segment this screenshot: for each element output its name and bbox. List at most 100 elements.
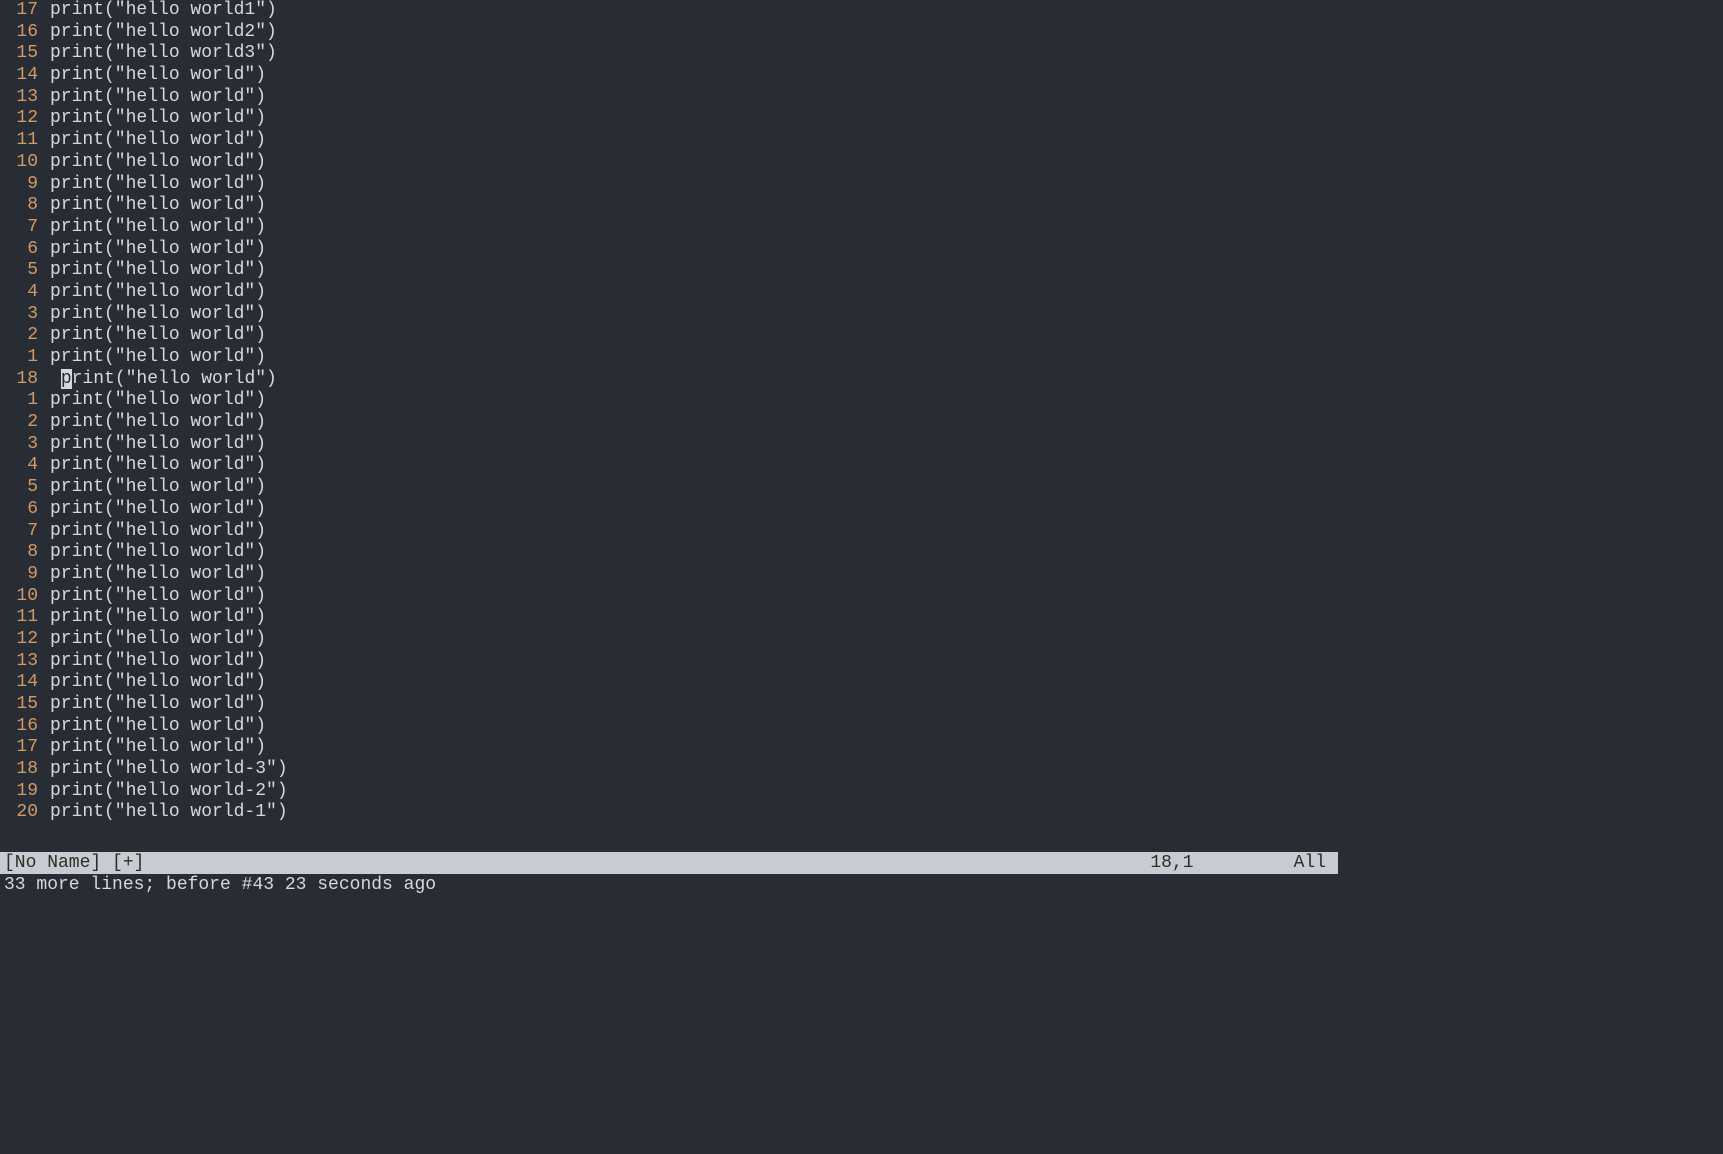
line-number: 2 (0, 412, 40, 434)
line-number: 18 (0, 759, 40, 781)
line-number: 15 (0, 43, 40, 65)
line-number: 1 (0, 390, 40, 412)
code-line[interactable]: 6print("hello world") (0, 239, 1338, 261)
code-text[interactable]: print("hello world") (40, 325, 266, 347)
code-text[interactable]: print("hello world") (40, 499, 266, 521)
editor-area[interactable]: 17print("hello world1")16print("hello wo… (0, 0, 1338, 852)
code-text[interactable]: print("hello world") (40, 694, 266, 716)
code-line[interactable]: 4print("hello world") (0, 455, 1338, 477)
code-line[interactable]: 11print("hello world") (0, 607, 1338, 629)
code-line[interactable]: 7print("hello world") (0, 521, 1338, 543)
code-line[interactable]: 13print("hello world") (0, 87, 1338, 109)
line-number: 10 (0, 586, 40, 608)
line-number: 16 (0, 716, 40, 738)
code-text[interactable]: print("hello world1") (40, 0, 277, 22)
code-line[interactable]: 19print("hello world-2") (0, 781, 1338, 803)
code-text[interactable]: print("hello world-3") (40, 759, 288, 781)
code-text[interactable]: print("hello world-1") (40, 802, 288, 824)
code-line[interactable]: 9print("hello world") (0, 564, 1338, 586)
code-text[interactable]: print("hello world") (40, 607, 266, 629)
line-number: 17 (0, 0, 40, 22)
line-number: 5 (0, 260, 40, 282)
code-line[interactable]: 14print("hello world") (0, 65, 1338, 87)
code-text[interactable]: print("hello world") (40, 87, 266, 109)
code-line[interactable]: 1print("hello world") (0, 347, 1338, 369)
code-text[interactable]: print("hello world") (40, 108, 266, 130)
code-text[interactable]: print("hello world") (40, 130, 266, 152)
code-line[interactable]: 2print("hello world") (0, 412, 1338, 434)
code-line[interactable]: 5print("hello world") (0, 260, 1338, 282)
code-text[interactable]: print("hello world") (40, 586, 266, 608)
code-line[interactable]: 8print("hello world") (0, 195, 1338, 217)
code-text[interactable]: print("hello world") (40, 434, 266, 456)
line-number: 6 (0, 499, 40, 521)
code-line[interactable]: 9print("hello world") (0, 174, 1338, 196)
line-number: 16 (0, 22, 40, 44)
line-number: 3 (0, 434, 40, 456)
line-number: 2 (0, 325, 40, 347)
status-position: 18,1 (1150, 852, 1193, 874)
code-line[interactable]: 18 print("hello world") (0, 369, 1338, 391)
code-text[interactable]: print("hello world") (40, 672, 266, 694)
code-text[interactable]: print("hello world") (40, 737, 266, 759)
code-line[interactable]: 1print("hello world") (0, 390, 1338, 412)
code-line[interactable]: 10print("hello world") (0, 152, 1338, 174)
code-text[interactable]: print("hello world") (40, 455, 266, 477)
code-line[interactable]: 4print("hello world") (0, 282, 1338, 304)
line-number: 5 (0, 477, 40, 499)
code-text[interactable]: print("hello world") (40, 651, 266, 673)
code-line[interactable]: 16print("hello world2") (0, 22, 1338, 44)
code-line[interactable]: 11print("hello world") (0, 130, 1338, 152)
code-line[interactable]: 3print("hello world") (0, 434, 1338, 456)
code-line[interactable]: 2print("hello world") (0, 325, 1338, 347)
code-line[interactable]: 5print("hello world") (0, 477, 1338, 499)
code-text[interactable]: print("hello world") (40, 304, 266, 326)
code-text[interactable]: print("hello world") (40, 412, 266, 434)
code-line[interactable]: 20print("hello world-1") (0, 802, 1338, 824)
code-line[interactable]: 10print("hello world") (0, 586, 1338, 608)
code-text[interactable]: print("hello world") (40, 65, 266, 87)
code-text[interactable]: print("hello world") (40, 564, 266, 586)
code-line[interactable]: 6print("hello world") (0, 499, 1338, 521)
code-text[interactable]: print("hello world") (40, 260, 266, 282)
code-text[interactable]: print("hello world") (40, 390, 266, 412)
line-number: 13 (0, 651, 40, 673)
code-text[interactable]: print("hello world") (40, 174, 266, 196)
code-text[interactable]: print("hello world") (40, 347, 266, 369)
code-text[interactable]: print("hello world3") (40, 43, 277, 65)
code-text[interactable]: print("hello world2") (40, 22, 277, 44)
code-line[interactable]: 18print("hello world-3") (0, 759, 1338, 781)
code-text[interactable]: print("hello world") (40, 521, 266, 543)
code-line[interactable]: 13print("hello world") (0, 651, 1338, 673)
code-text[interactable]: print("hello world") (40, 239, 266, 261)
code-line[interactable]: 8print("hello world") (0, 542, 1338, 564)
code-line[interactable]: 17print("hello world1") (0, 0, 1338, 22)
line-number: 8 (0, 195, 40, 217)
message-bar: 33 more lines; before #43 23 seconds ago (0, 874, 1338, 896)
code-line[interactable]: 15print("hello world3") (0, 43, 1338, 65)
code-text[interactable]: print("hello world") (40, 152, 266, 174)
code-line[interactable]: 3print("hello world") (0, 304, 1338, 326)
line-number: 14 (0, 672, 40, 694)
code-line[interactable]: 16print("hello world") (0, 716, 1338, 738)
code-text[interactable]: print("hello world") (40, 477, 266, 499)
code-line[interactable]: 17print("hello world") (0, 737, 1338, 759)
line-number: 20 (0, 802, 40, 824)
code-text[interactable]: print("hello world") (40, 369, 277, 391)
line-number: 11 (0, 607, 40, 629)
code-text[interactable]: print("hello world") (40, 716, 266, 738)
code-text[interactable]: print("hello world") (40, 195, 266, 217)
code-line[interactable]: 12print("hello world") (0, 629, 1338, 651)
line-number: 9 (0, 564, 40, 586)
code-text[interactable]: print("hello world") (40, 629, 266, 651)
code-line[interactable]: 15print("hello world") (0, 694, 1338, 716)
code-line[interactable]: 14print("hello world") (0, 672, 1338, 694)
code-text[interactable]: print("hello world") (40, 542, 266, 564)
code-text[interactable]: print("hello world") (40, 217, 266, 239)
code-text[interactable]: print("hello world") (40, 282, 266, 304)
code-text[interactable]: print("hello world-2") (40, 781, 288, 803)
line-number: 1 (0, 347, 40, 369)
code-line[interactable]: 7print("hello world") (0, 217, 1338, 239)
code-line[interactable]: 12print("hello world") (0, 108, 1338, 130)
line-number: 6 (0, 239, 40, 261)
